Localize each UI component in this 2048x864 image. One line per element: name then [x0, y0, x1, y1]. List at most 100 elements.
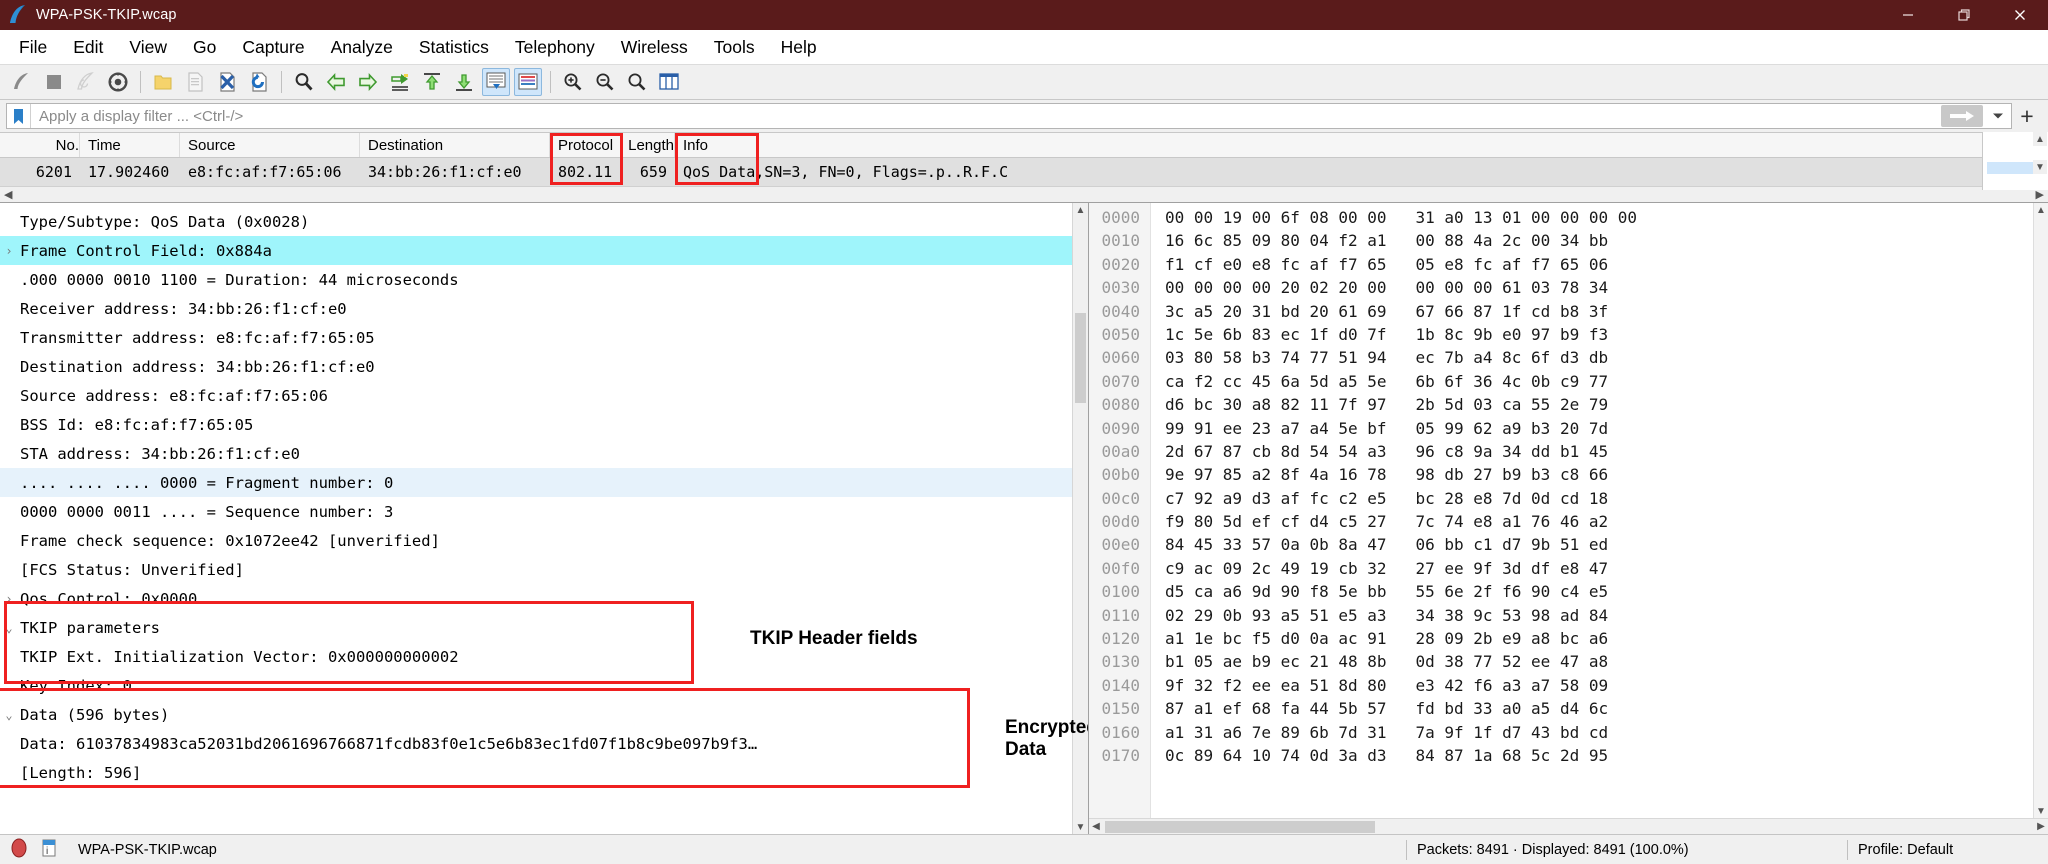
display-filter-input[interactable]: Apply a display filter ... <Ctrl-/>: [6, 103, 2012, 129]
bookmark-icon[interactable]: [7, 104, 31, 128]
detail-row-fcs-status[interactable]: [FCS Status: Unverified]: [0, 555, 1088, 584]
detail-row-type-subtype[interactable]: Type/Subtype: QoS Data (0x0028): [0, 207, 1088, 236]
save-file-icon[interactable]: [181, 68, 209, 96]
hex-scroll-left-arrow[interactable]: ◀: [1089, 821, 1103, 832]
detail-row-duration[interactable]: .000 0000 0010 1100 = Duration: 44 micro…: [0, 265, 1088, 294]
details-scrollbar-thumb[interactable]: [1075, 313, 1086, 403]
column-header-time[interactable]: Time: [80, 133, 180, 157]
detail-row-frame-control-field[interactable]: › Frame Control Field: 0x884a: [0, 236, 1088, 265]
zoom-in-icon[interactable]: [559, 68, 587, 96]
detail-row-data-header[interactable]: ⌄ Data (596 bytes): [0, 700, 1088, 729]
expand-twisty-icon[interactable]: ›: [0, 592, 18, 606]
column-header-length[interactable]: Length: [623, 133, 675, 157]
details-scroll-up-arrow[interactable]: ▲: [1073, 203, 1088, 217]
colorize-icon[interactable]: [514, 68, 542, 96]
menu-file[interactable]: File: [6, 33, 60, 62]
menu-tools[interactable]: Tools: [701, 33, 768, 62]
detail-row-label: 0000 0000 0011 .... = Sequence number: 3: [20, 502, 394, 521]
detail-row-sequence-number[interactable]: 0000 0000 0011 .... = Sequence number: 3: [0, 497, 1088, 526]
add-filter-button[interactable]: +: [2012, 103, 2042, 130]
detail-row-sta-address[interactable]: STA address: 34:bb:26:f1:cf:e0: [0, 439, 1088, 468]
menu-capture[interactable]: Capture: [229, 33, 317, 62]
column-header-destination[interactable]: Destination: [360, 133, 550, 157]
close-button[interactable]: [1992, 0, 2048, 30]
capture-options-icon[interactable]: [104, 68, 132, 96]
resize-columns-icon[interactable]: [655, 68, 683, 96]
column-header-protocol[interactable]: Protocol: [550, 133, 623, 157]
hex-offset: 00e0: [1101, 535, 1140, 555]
column-header-no[interactable]: No.: [0, 133, 80, 157]
menu-view[interactable]: View: [116, 33, 180, 62]
go-to-packet-icon[interactable]: [386, 68, 414, 96]
collapse-twisty-icon[interactable]: ⌄: [0, 708, 18, 722]
go-back-icon[interactable]: [322, 68, 350, 96]
packet-list-scroll-down[interactable]: ▼: [2033, 160, 2047, 174]
cell-length: 659: [639, 163, 667, 181]
column-header-info[interactable]: Info: [675, 133, 2048, 157]
go-forward-icon[interactable]: [354, 68, 382, 96]
close-file-icon[interactable]: [213, 68, 241, 96]
find-packet-icon[interactable]: [290, 68, 318, 96]
detail-row-fragment-number[interactable]: .... .... .... 0000 = Fragment number: 0: [0, 468, 1088, 497]
tkip-header-fields-annotation: TKIP Header fields: [750, 628, 918, 649]
menu-help[interactable]: Help: [768, 33, 830, 62]
hex-scroll-down-arrow[interactable]: ▼: [2034, 804, 2048, 818]
hex-vertical-scrollbar[interactable]: ▲ ▼: [2033, 203, 2048, 818]
hex-bytes-row: 00 00 19 00 6f 08 00 00 31 a0 13 01 00 0…: [1165, 208, 1638, 227]
hex-scroll-up-arrow[interactable]: ▲: [2034, 203, 2048, 217]
capture-comment-icon[interactable]: i: [40, 838, 58, 862]
hex-offset: 0070: [1101, 371, 1140, 391]
detail-row-data-length[interactable]: [Length: 596]: [0, 758, 1088, 787]
packet-list-scroll-up[interactable]: ▲: [2033, 132, 2047, 146]
scroll-left-arrow[interactable]: ◀: [4, 188, 12, 201]
maximize-restore-button[interactable]: [1936, 0, 1992, 30]
expert-info-icon[interactable]: [10, 838, 28, 862]
stop-capture-icon[interactable]: [40, 68, 68, 96]
restart-capture-icon[interactable]: [72, 68, 100, 96]
detail-row-data-bytes[interactable]: Data: 61037834983ca52031bd2061696766871f…: [0, 729, 1088, 758]
detail-row-label: TKIP Ext. Initialization Vector: 0x00000…: [20, 647, 459, 666]
minimize-button[interactable]: [1880, 0, 1936, 30]
menu-wireless[interactable]: Wireless: [608, 33, 701, 62]
status-profile[interactable]: Profile: Default: [1848, 835, 2048, 864]
column-header-source[interactable]: Source: [180, 133, 360, 157]
filter-history-dropdown[interactable]: [1985, 104, 2011, 128]
detail-row-bss-id[interactable]: BSS Id: e8:fc:af:f7:65:05: [0, 410, 1088, 439]
hex-dump-body[interactable]: 0000 0010 0020 0030 0040 0050 0060 0070 …: [1089, 203, 2048, 834]
collapse-twisty-icon[interactable]: ⌄: [0, 621, 18, 635]
zoom-reset-icon[interactable]: [623, 68, 651, 96]
hex-offset: 0120: [1101, 629, 1140, 649]
detail-row-key-index[interactable]: Key Index: 0: [0, 671, 1088, 700]
reload-file-icon[interactable]: [245, 68, 273, 96]
packet-list-horizontal-scrollbar[interactable]: ◀ ▶: [0, 186, 2048, 202]
menu-telephony[interactable]: Telephony: [502, 33, 608, 62]
apply-filter-button[interactable]: [1941, 105, 1983, 127]
start-capture-icon[interactable]: [8, 68, 36, 96]
detail-row-receiver-address[interactable]: Receiver address: 34:bb:26:f1:cf:e0: [0, 294, 1088, 323]
menu-analyze[interactable]: Analyze: [318, 33, 406, 62]
hex-hscrollbar-thumb[interactable]: [1105, 820, 1375, 833]
detail-row-tkip-parameters[interactable]: ⌄ TKIP parameters: [0, 613, 1088, 642]
capture-comment-section[interactable]: i: [38, 835, 68, 864]
detail-row-destination-address[interactable]: Destination address: 34:bb:26:f1:cf:e0: [0, 352, 1088, 381]
menu-edit[interactable]: Edit: [60, 33, 116, 62]
menu-go[interactable]: Go: [180, 33, 229, 62]
detail-row-transmitter-address[interactable]: Transmitter address: e8:fc:af:f7:65:05: [0, 323, 1088, 352]
autoscroll-icon[interactable]: [482, 68, 510, 96]
hex-scroll-right-arrow[interactable]: ▶: [2034, 821, 2048, 832]
zoom-out-icon[interactable]: [591, 68, 619, 96]
open-file-icon[interactable]: [149, 68, 177, 96]
detail-row-qos-control[interactable]: › Qos Control: 0x0000: [0, 584, 1088, 613]
detail-row-tkip-ext-iv[interactable]: TKIP Ext. Initialization Vector: 0x00000…: [0, 642, 1088, 671]
table-row[interactable]: 6201 17.902460 e8:fc:af:f7:65:06 34:bb:2…: [0, 158, 2048, 186]
expand-twisty-icon[interactable]: ›: [0, 244, 18, 258]
hex-horizontal-scrollbar[interactable]: ◀ ▶: [1089, 818, 2048, 834]
menu-statistics[interactable]: Statistics: [406, 33, 502, 62]
detail-row-frame-check-sequence[interactable]: Frame check sequence: 0x1072ee42 [unveri…: [0, 526, 1088, 555]
hex-bytes-column[interactable]: 00 00 19 00 6f 08 00 00 31 a0 13 01 00 0…: [1151, 203, 2048, 834]
expert-info-section[interactable]: [0, 835, 38, 864]
detail-row-source-address[interactable]: Source address: e8:fc:af:f7:65:06: [0, 381, 1088, 410]
go-last-packet-icon[interactable]: [450, 68, 478, 96]
details-scroll-down-arrow[interactable]: ▼: [1073, 820, 1088, 834]
go-first-packet-icon[interactable]: [418, 68, 446, 96]
